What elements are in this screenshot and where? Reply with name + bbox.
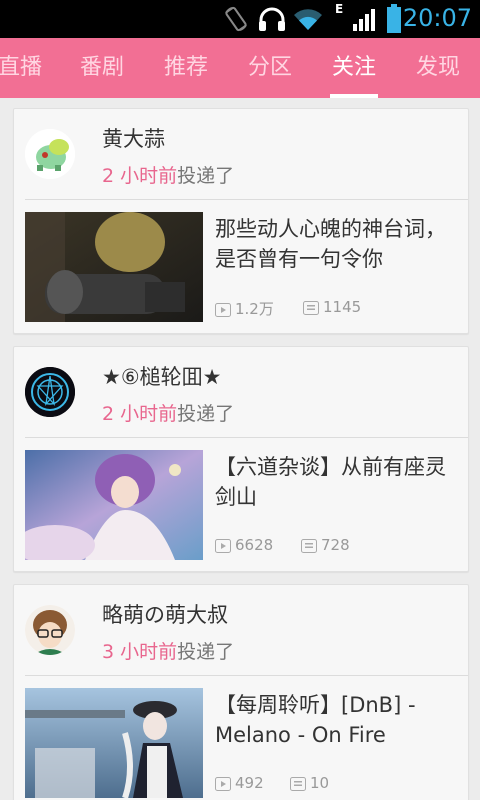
time-ago: 2 小时前 <box>102 165 178 187</box>
comment-icon <box>303 301 319 315</box>
video-thumbnail[interactable] <box>25 688 203 798</box>
play-icon <box>215 539 231 553</box>
time-ago: 3 小时前 <box>102 641 178 663</box>
category-tab-bar: 直播 番剧 推荐 分区 关注 发现 <box>0 38 480 98</box>
avatar-image <box>25 605 75 655</box>
thumbnail-image <box>25 688 203 798</box>
following-feed[interactable]: 黄大蒜 2 小时前投递了 那些动人心魄的神台词，是否曾有一句令你 1.2万 11… <box>0 98 480 800</box>
card-header: 略萌の萌大叔 3 小时前投递了 <box>14 585 468 675</box>
video-thumbnail[interactable] <box>25 450 203 560</box>
avatar-image <box>25 129 75 179</box>
avatar[interactable] <box>25 129 75 179</box>
post-action: 投递了 <box>177 641 235 663</box>
network-type-label: E <box>335 2 344 16</box>
video-title[interactable]: 那些动人心魄的神台词，是否曾有一句令你 <box>215 214 460 274</box>
card-header: 黄大蒜 2 小时前投递了 <box>14 109 468 199</box>
thumbnail-image <box>25 212 203 322</box>
video-item[interactable]: 【六道杂谈】从前有座灵剑山 6628 728 <box>14 438 468 572</box>
video-item[interactable]: 那些动人心魄的神台词，是否曾有一句令你 1.2万 1145 <box>14 200 468 334</box>
video-item[interactable]: 【每周聆听】[DnB] - Melano - On Fire 492 10 <box>14 676 468 800</box>
video-thumbnail[interactable] <box>25 212 203 322</box>
comment-count: 728 <box>301 536 350 554</box>
time-ago: 2 小时前 <box>102 403 178 425</box>
avatar-image <box>25 367 75 417</box>
feed-card: 略萌の萌大叔 3 小时前投递了 【每周聆听】[DnB] - Melano - O… <box>13 584 469 800</box>
status-bar: E 20:07 <box>0 0 480 38</box>
tab-anime[interactable]: 番剧 <box>60 38 144 98</box>
post-action: 投递了 <box>177 165 235 187</box>
uploader-name[interactable]: 黄大蒜 <box>102 123 165 153</box>
rotation-lock-icon <box>225 6 247 32</box>
play-count: 492 <box>215 774 264 792</box>
tab-recommend[interactable]: 推荐 <box>144 38 228 98</box>
comment-count: 1145 <box>303 298 361 316</box>
play-count: 1.2万 <box>215 298 274 319</box>
comment-icon <box>301 539 317 553</box>
comment-count: 10 <box>290 774 329 792</box>
video-title[interactable]: 【六道杂谈】从前有座灵剑山 <box>215 452 460 512</box>
play-count: 6628 <box>215 536 273 554</box>
avatar[interactable] <box>25 605 75 655</box>
tab-live[interactable]: 直播 <box>0 38 62 98</box>
clock: 20:07 <box>402 4 472 32</box>
tab-discover[interactable]: 发现 <box>396 38 480 98</box>
feed-card: ★⑥槌轮囬★ 2 小时前投递了 【六道杂谈】从前有座灵剑山 6628 728 <box>13 346 469 572</box>
tab-categories[interactable]: 分区 <box>228 38 312 98</box>
comment-icon <box>290 777 306 791</box>
post-action: 投递了 <box>177 403 235 425</box>
battery-icon <box>387 4 401 33</box>
post-info: 2 小时前投递了 <box>102 161 234 188</box>
feed-card: 黄大蒜 2 小时前投递了 那些动人心魄的神台词，是否曾有一句令你 1.2万 11… <box>13 108 469 334</box>
video-title[interactable]: 【每周聆听】[DnB] - Melano - On Fire <box>215 690 460 750</box>
play-icon <box>215 303 231 317</box>
avatar[interactable] <box>25 367 75 417</box>
signal-strength-icon <box>353 9 375 31</box>
headphones-icon <box>259 7 285 31</box>
tab-following[interactable]: 关注 <box>312 38 396 98</box>
wifi-icon <box>294 9 322 31</box>
uploader-name[interactable]: ★⑥槌轮囬★ <box>102 361 221 391</box>
play-icon <box>215 777 231 791</box>
card-header: ★⑥槌轮囬★ 2 小时前投递了 <box>14 347 468 437</box>
uploader-name[interactable]: 略萌の萌大叔 <box>102 599 228 629</box>
post-info: 2 小时前投递了 <box>102 399 234 426</box>
thumbnail-image <box>25 450 203 560</box>
post-info: 3 小时前投递了 <box>102 637 234 664</box>
